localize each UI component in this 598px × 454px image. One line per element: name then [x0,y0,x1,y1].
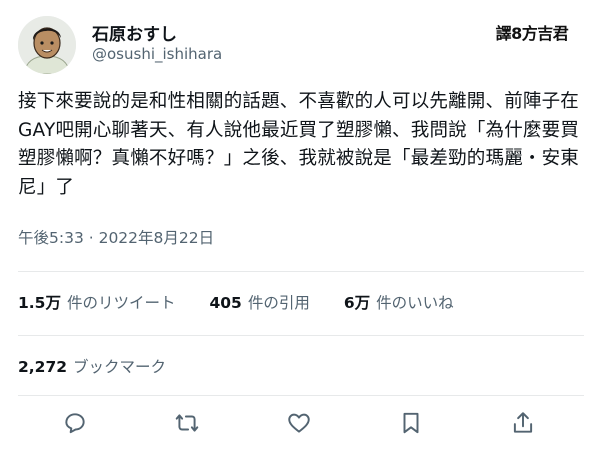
quotes-label: 件の引用 [247,294,310,312]
retweets-label: 件のリツイート [66,294,176,312]
bookmarks-label: ブックマーク [73,358,167,376]
likes-stat[interactable]: 6万 件のいいね [344,291,454,313]
divider [18,335,584,336]
like-icon [288,413,310,433]
likes-count: 6万 [343,294,371,312]
author-handle[interactable]: @osushi_ishihara [92,45,222,63]
bookmarks-count: 2,272 [18,358,68,376]
engagement-stats: 1.5万 件のリツイート 405 件の引用 6万 件のいいね [18,291,454,313]
retweets-count: 1.5万 [18,294,61,312]
likes-label: 件のいいね [376,294,454,312]
bookmark-icon [403,412,419,434]
reply-button[interactable] [62,410,92,440]
quotes-count: 405 [209,294,242,312]
bookmark-button[interactable] [398,410,428,440]
retweet-icon [175,414,199,432]
retweets-stat[interactable]: 1.5万 件のリツイート [18,291,175,313]
like-button[interactable] [286,410,316,440]
divider [18,395,584,396]
quotes-stat[interactable]: 405 件の引用 [209,291,309,313]
translator-watermark: 譯8方吉君 [495,24,569,43]
retweet-button[interactable] [174,410,204,440]
author-display-name[interactable]: 石原おすし [92,20,177,45]
bookmarks-stat[interactable]: 2,272 ブックマーク [18,355,166,377]
tweet-timestamp[interactable]: 午後5:33 · 2022年8月22日 [18,226,214,248]
share-icon [513,412,533,433]
divider [18,271,584,272]
tweet-text: 接下來要說的是和性相關的話題、不喜歡的人可以先離開、前陣子在GAY吧開心聊著天、… [18,91,580,198]
avatar-illustration [18,16,76,74]
avatar[interactable] [18,16,76,74]
share-button[interactable] [510,410,540,440]
reply-icon [65,413,85,434]
